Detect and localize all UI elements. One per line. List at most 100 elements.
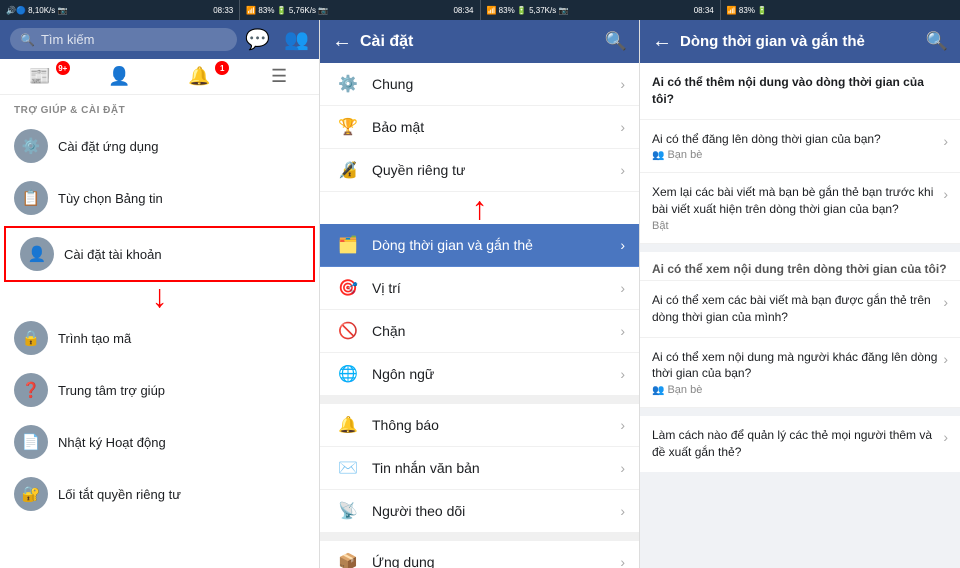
sidebar-item-account-settings[interactable]: 👤 Cài đặt tài khoản xyxy=(4,226,315,282)
status-time-3: 📶 83% 🔋 5,37K/s 📷 xyxy=(487,6,569,15)
settings-list: ⚙️ Chung › 🏆 Bảo mật › 🔏 Quyền riêng tư … xyxy=(320,63,639,568)
settings-item-language[interactable]: 🌐 Ngôn ngữ › xyxy=(320,353,639,396)
timeline-item-2-title: Ai có thể đăng lên dòng thời gian của bạ… xyxy=(652,131,943,148)
sidebar-item-help-center[interactable]: ❓ Trung tâm trợ giúp xyxy=(0,364,319,416)
sidebar-menu: ⚙️ Cài đặt ứng dụng 📋 Tùy chọn Bảng tin … xyxy=(0,120,319,568)
timeline-item-5-sub: 👥 Bạn bè xyxy=(652,384,943,396)
language-label: Ngôn ngữ xyxy=(372,366,610,382)
panel-right-header: ← Dòng thời gian và gắn thẻ 🔍 xyxy=(640,20,960,63)
friends-sub-icon-2: 👥 xyxy=(652,385,664,396)
search-bar[interactable]: 🔍 Tìm kiếm xyxy=(10,28,237,51)
settings-item-timeline[interactable]: 🗂️ Dòng thời gian và gắn thẻ › xyxy=(320,224,639,267)
settings-item-followers[interactable]: 📡 Người theo dõi › xyxy=(320,490,639,533)
timeline-item-2[interactable]: Ai có thể đăng lên dòng thời gian của bạ… xyxy=(640,120,960,174)
section-2-header: Ai có thể xem nội dung trên dòng thời gi… xyxy=(640,252,960,281)
search-placeholder: Tìm kiếm xyxy=(41,32,94,47)
followers-icon: 📡 xyxy=(334,501,362,521)
location-chevron: › xyxy=(620,280,625,296)
timeline-item-2-sub: 👥 Bạn bè xyxy=(652,149,943,161)
timeline-item-5-title: Ai có thể xem nội dung mà người khác đăn… xyxy=(652,349,943,383)
location-label: Vị trí xyxy=(372,280,610,296)
search-icon-right[interactable]: 🔍 xyxy=(926,31,948,52)
code-gen-icon: 🔒 xyxy=(14,321,48,355)
settings-item-notifications[interactable]: 🔔 Thông báo › xyxy=(320,404,639,447)
timeline-item-4-title: Ai có thể xem các bài viết mà bạn được g… xyxy=(652,292,943,326)
settings-item-block[interactable]: 🚫 Chặn › xyxy=(320,310,639,353)
sms-icon: ✉️ xyxy=(334,458,362,478)
settings-divider-1 xyxy=(320,396,639,404)
status-time-4: 📶 83% 🔋 xyxy=(727,6,767,15)
sidebar-item-newsfeed-options[interactable]: 📋 Tùy chọn Bảng tin xyxy=(0,172,319,224)
timeline-item-5-sub-text: Bạn bè xyxy=(667,384,702,396)
friends-sub-icon: 👥 xyxy=(652,150,664,161)
location-icon: 🎯 xyxy=(334,278,362,298)
panel-right-title: Dòng thời gian và gắn thẻ xyxy=(680,33,918,50)
settings-item-apps[interactable]: 📦 Ứng dụng › xyxy=(320,541,639,568)
code-gen-label: Trình tạo mã xyxy=(58,331,131,346)
panel-middle: ← Cài đặt 🔍 ⚙️ Chung › 🏆 Bảo mật › xyxy=(320,20,640,568)
sidebar-item-app-settings[interactable]: ⚙️ Cài đặt ứng dụng xyxy=(0,120,319,172)
status-time-1: 🔊🔵 8,10K/s 📷 xyxy=(6,6,67,15)
settings-item-location[interactable]: 🎯 Vị trí › xyxy=(320,267,639,310)
back-icon[interactable]: ← xyxy=(332,30,352,53)
help-center-label: Trung tâm trợ giúp xyxy=(58,383,165,398)
sidebar-item-privacy-shortcuts[interactable]: 🔐 Lối tắt quyền riêng tư xyxy=(0,468,319,520)
language-chevron: › xyxy=(620,366,625,382)
menu-icon[interactable]: ☰ xyxy=(239,59,319,94)
section-label: TRỢ GIÚP & CÀI ĐẶT xyxy=(0,95,319,120)
timeline-item-3-content: Xem lại các bài viết mà bạn bè gắn thẻ b… xyxy=(652,184,943,232)
privacy-shortcuts-label: Lối tắt quyền riêng tư xyxy=(58,487,181,502)
privacy-icon: 🔏 xyxy=(334,160,362,180)
timeline-section-1: Ai có thể thêm nội dung vào dòng thời gi… xyxy=(640,63,960,244)
block-chevron: › xyxy=(620,323,625,339)
status-time-2: 📶 83% 🔋 5,76K/s 📷 xyxy=(246,6,328,15)
timeline-item-6-chevron: › xyxy=(943,429,948,445)
search-icon-header[interactable]: 🔍 xyxy=(605,31,627,52)
settings-item-chung[interactable]: ⚙️ Chung › xyxy=(320,63,639,106)
panel-left: 🔍 Tìm kiếm 💬 👥 📰 9+ 👤 🔔 1 xyxy=(0,20,320,568)
timeline-chevron: › xyxy=(620,237,625,253)
activity-log-icon: 📄 xyxy=(14,425,48,459)
status-bar-3: 📶 83% 🔋 5,37K/s 📷 08:34 xyxy=(481,0,721,20)
notifications-label: Thông báo xyxy=(372,417,610,433)
back-icon-right[interactable]: ← xyxy=(652,30,672,53)
timeline-item-1-content: Ai có thể thêm nội dung vào dòng thời gi… xyxy=(652,74,948,108)
newsfeed-label: Tùy chọn Bảng tin xyxy=(58,191,163,206)
messenger-icon[interactable]: 💬 xyxy=(245,27,270,52)
chung-label: Chung xyxy=(372,76,610,92)
settings-item-baomatl[interactable]: 🏆 Bảo mật › xyxy=(320,106,639,149)
followers-label: Người theo dõi xyxy=(372,503,610,519)
notifications-icon[interactable]: 🔔 1 xyxy=(160,59,240,94)
notifications-list-icon: 🔔 xyxy=(334,415,362,435)
timeline-item-3-sub-text: Bật xyxy=(652,220,669,232)
sidebar-item-code-gen[interactable]: 🔒 Trình tạo mã xyxy=(0,312,319,364)
timeline-item-1-title: Ai có thể thêm nội dung vào dòng thời gi… xyxy=(652,74,948,108)
timeline-item-6-title: Làm cách nào để quản lý các thẻ mọi ngườ… xyxy=(652,427,943,461)
settings-divider-2 xyxy=(320,533,639,541)
timeline-icon: 🗂️ xyxy=(334,235,362,255)
timeline-item-1[interactable]: Ai có thể thêm nội dung vào dòng thời gi… xyxy=(640,63,960,120)
sidebar-item-activity-log[interactable]: 📄 Nhật ký Hoạt động xyxy=(0,416,319,468)
settings-item-sms[interactable]: ✉️ Tin nhắn văn bản › xyxy=(320,447,639,490)
block-icon: 🚫 xyxy=(334,321,362,341)
status-time-val-2: 08:34 xyxy=(453,6,473,15)
settings-item-privacy[interactable]: 🔏 Quyền riêng tư › xyxy=(320,149,639,192)
notifications-chevron: › xyxy=(620,417,625,433)
timeline-content: Ai có thể thêm nội dung vào dòng thời gi… xyxy=(640,63,960,568)
friends-icon[interactable]: 👥 xyxy=(284,27,309,52)
friends-request-icon[interactable]: 👤 xyxy=(80,59,160,94)
timeline-item-3-sub: Bật xyxy=(652,220,943,232)
timeline-item-4[interactable]: Ai có thể xem các bài viết mà bạn được g… xyxy=(640,281,960,338)
panel-right: ← Dòng thời gian và gắn thẻ 🔍 Ai có thể … xyxy=(640,20,960,568)
timeline-item-3[interactable]: Xem lại các bài viết mà bạn bè gắn thẻ b… xyxy=(640,173,960,244)
language-icon: 🌐 xyxy=(334,364,362,384)
timeline-item-5-chevron: › xyxy=(943,351,948,367)
news-feed-icon[interactable]: 📰 9+ xyxy=(0,59,80,94)
timeline-item-4-chevron: › xyxy=(943,294,948,310)
followers-chevron: › xyxy=(620,503,625,519)
arrow-up: ↑ xyxy=(320,192,639,224)
timeline-item-5[interactable]: Ai có thể xem nội dung mà người khác đăn… xyxy=(640,338,960,409)
timeline-item-2-content: Ai có thể đăng lên dòng thời gian của bạ… xyxy=(652,131,943,162)
timeline-item-6[interactable]: Làm cách nào để quản lý các thẻ mọi ngườ… xyxy=(640,416,960,472)
chung-chevron: › xyxy=(620,76,625,92)
